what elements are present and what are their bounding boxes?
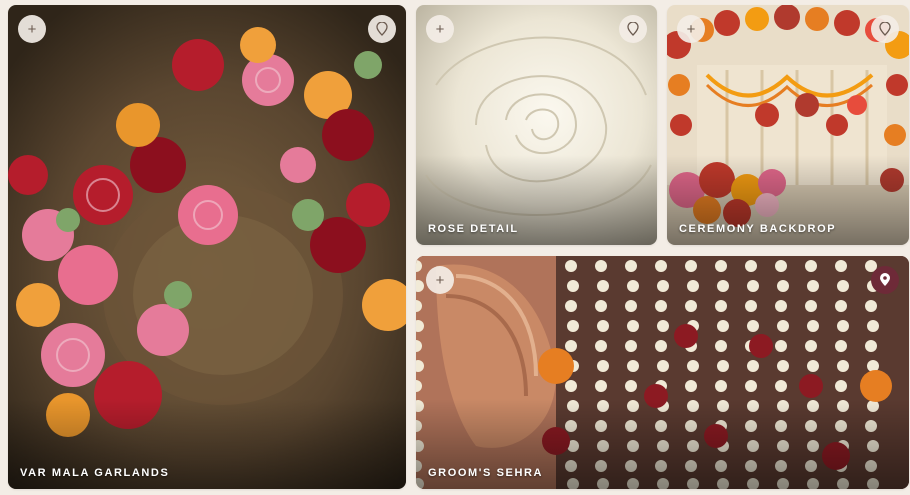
pin-button[interactable] <box>368 15 396 43</box>
tile-caption: ROSE DETAIL <box>428 223 519 235</box>
pin-button[interactable] <box>619 15 647 43</box>
plus-icon: + <box>435 271 445 289</box>
add-to-board-button[interactable]: + <box>18 15 46 43</box>
gallery-tile-var-mala[interactable]: VAR MALA GARLANDS + <box>8 5 406 489</box>
pin-button-active[interactable] <box>871 266 899 294</box>
plus-icon: + <box>686 20 696 38</box>
map-pin-filled-icon <box>880 273 890 286</box>
tile-caption: VAR MALA GARLANDS <box>20 467 170 479</box>
tile-caption: CEREMONY BACKDROP <box>679 223 837 235</box>
map-pin-outline-icon <box>376 22 388 36</box>
map-pin-outline-icon <box>879 22 891 36</box>
add-to-board-button[interactable]: + <box>426 266 454 294</box>
tile-caption: GROOM'S SEHRA <box>428 467 544 479</box>
plus-icon: + <box>435 20 445 38</box>
pin-button[interactable] <box>871 15 899 43</box>
add-to-board-button[interactable]: + <box>677 15 705 43</box>
plus-icon: + <box>27 20 37 38</box>
gallery-tile-ceremony-backdrop[interactable]: CEREMONY BACKDROP + <box>667 5 909 245</box>
gallery-tile-grooms-sehra[interactable]: GROOM'S SEHRA + <box>416 256 909 489</box>
map-pin-outline-icon <box>627 22 639 36</box>
add-to-board-button[interactable]: + <box>426 15 454 43</box>
gallery-tile-rose-detail[interactable]: ROSE DETAIL + <box>416 5 657 245</box>
